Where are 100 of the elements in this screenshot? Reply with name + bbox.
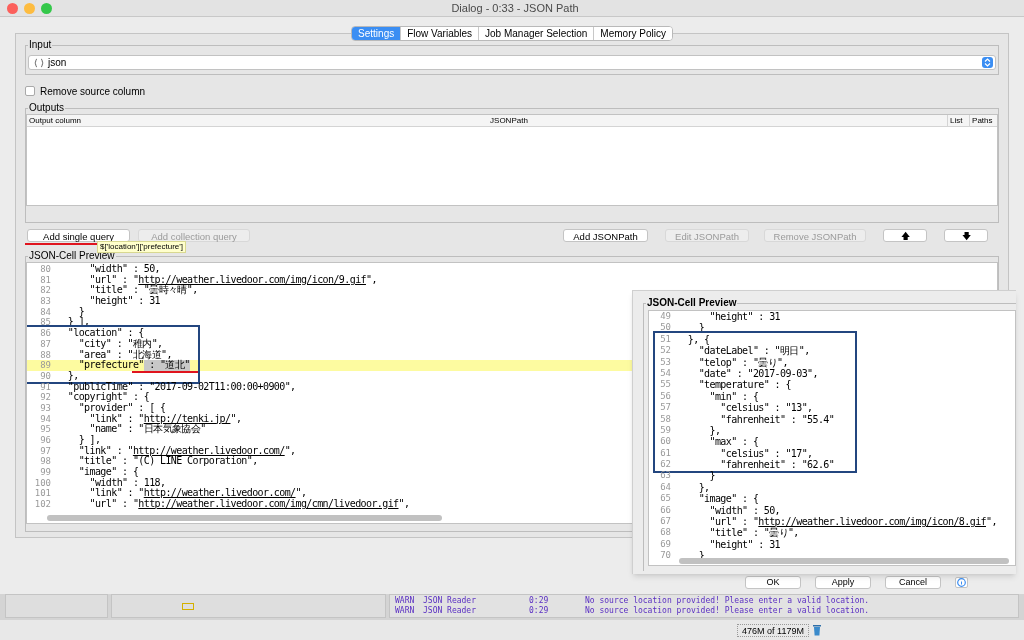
line-number: 83 [39, 296, 52, 307]
window-title: Dialog - 0:33 - JSON Path [450, 0, 580, 16]
code-line: } ], [77, 435, 101, 446]
button[interactable]: Apply [815, 576, 871, 589]
line-number: 63 [659, 470, 672, 482]
line-number: 58 [659, 413, 672, 425]
close-button[interactable] [7, 2, 18, 14]
line-number: 101 [33, 488, 52, 500]
code-line: "width" : 50, [88, 264, 160, 275]
stepper-icon [982, 57, 993, 68]
line-number: 85 [39, 317, 52, 329]
code-line: } [77, 306, 85, 318]
code-line: "prefecture" : "道北" [57, 360, 190, 371]
code-line: "title" : "曇り", [708, 527, 799, 539]
log-source: JSON Reader [423, 606, 477, 616]
line-number: 95 [39, 424, 52, 435]
line-number: 80 [39, 264, 52, 275]
log-message: No source location provided! Please enter a valid location. [585, 606, 870, 616]
line-number: 50 [659, 322, 672, 334]
code-line: "location" : { [66, 328, 144, 339]
line-number: 96 [39, 435, 52, 446]
code-line: "title" : "(C) LINE Corporation", [77, 456, 258, 467]
log-message: No source location provided! Please enter a valid location. [585, 596, 870, 606]
line-number: 64 [659, 481, 672, 494]
line-number: 65 [659, 493, 672, 505]
tab[interactable]: Memory Policy [593, 27, 672, 40]
code-line: }, { [686, 333, 710, 346]
line-number: 102 [33, 499, 52, 510]
line-number: 70 [659, 550, 672, 562]
code-line: "image" : { [697, 493, 759, 505]
line-number: 51 [659, 333, 672, 346]
line-number: 66 [659, 504, 672, 517]
button[interactable]: 🡅 [883, 228, 927, 242]
code-line: }, [697, 481, 710, 494]
scrollbar-thumb[interactable] [679, 558, 1009, 564]
code-line: "width" : 118, [89, 477, 166, 489]
line-number: 89 [39, 360, 52, 371]
code-line: "copyright" : { [66, 392, 150, 403]
code-line: "max" : { [708, 436, 759, 448]
line-number: 86 [39, 328, 52, 339]
group-label: Outputs [28, 102, 66, 114]
code-line: "name" : "日本気象協会" [88, 424, 206, 435]
line-number: 61 [659, 447, 672, 460]
code-line: "height" : 31 [708, 311, 780, 323]
trash-icon[interactable] [812, 624, 822, 636]
memory-indicator: 476M of 1179M [737, 623, 809, 637]
button[interactable]: Add single query [27, 228, 130, 242]
log-time: 0:29 [529, 596, 550, 606]
code-line: "url" : "http://weather.livedoor.com/img/cmn/livedoor.gif", [88, 499, 410, 510]
scrollbar-thumb[interactable] [47, 515, 442, 521]
code-line: "fahrenheit" : "62.6" [719, 459, 835, 471]
group-label: JSON-Cell Preview [28, 250, 116, 262]
button[interactable]: 🡇 [944, 228, 988, 242]
code-line: "fahrenheit" : "55.4" [719, 413, 835, 425]
column-header[interactable]: JSONPath [488, 115, 948, 126]
log-level: WARN [395, 596, 416, 606]
minimize-button[interactable] [24, 2, 35, 14]
checkbox[interactable] [25, 86, 35, 96]
line-number: 88 [39, 349, 52, 361]
log-time: 0:29 [529, 606, 550, 616]
code-line: "url" : "http://weather.livedoor.com/img/icon/8.gif", [708, 516, 997, 528]
line-number: 62 [659, 459, 672, 471]
line-number: 91 [39, 381, 52, 393]
line-number: 69 [659, 538, 672, 551]
code-line: "link" : "http://weather.livedoor.com/", [77, 445, 296, 457]
line-number: 93 [39, 402, 52, 414]
line-number: 67 [659, 516, 672, 528]
line-number: 53 [659, 356, 672, 368]
help-icon[interactable] [955, 577, 968, 588]
line-number: 52 [659, 345, 672, 357]
line-number: 84 [39, 306, 52, 318]
tooltip: $['location']['prefecture'] [97, 241, 187, 253]
code-line: "date" : "2017-09-03", [697, 367, 818, 380]
code-line: "title" : "曇時々晴", [88, 285, 198, 296]
checkbox-label: Remove source column [40, 84, 146, 99]
line-number: 99 [39, 467, 52, 478]
group-label: Input [28, 39, 53, 51]
column-header[interactable]: Paths [969, 115, 997, 126]
button[interactable]: OK [745, 576, 801, 589]
column-header[interactable]: List [947, 115, 970, 126]
line-number: 97 [39, 445, 52, 457]
line-number: 54 [659, 367, 672, 380]
zoom-button[interactable] [41, 2, 52, 14]
code-line: "telop" : "曇り", [697, 356, 788, 368]
column-dropdown[interactable]: json [28, 55, 996, 70]
line-number: 55 [659, 379, 672, 391]
code-line: "city" : "稚内", [77, 338, 163, 350]
code-line: }, [708, 424, 721, 437]
code-line: "height" : 31 [708, 538, 780, 551]
code-line: "provider" : [ { [78, 402, 166, 414]
log-source: JSON Reader [423, 596, 477, 606]
line-number: 81 [39, 274, 52, 286]
column-header[interactable]: Output column [27, 115, 489, 126]
button[interactable]: Cancel [885, 576, 941, 589]
button[interactable]: Add JSONPath [563, 228, 648, 242]
braces-icon [34, 57, 44, 68]
code-line: }, [66, 370, 79, 381]
code-line: } [708, 470, 715, 482]
code-line: "celsius" : "13", [719, 402, 813, 414]
line-number: 57 [659, 402, 672, 414]
